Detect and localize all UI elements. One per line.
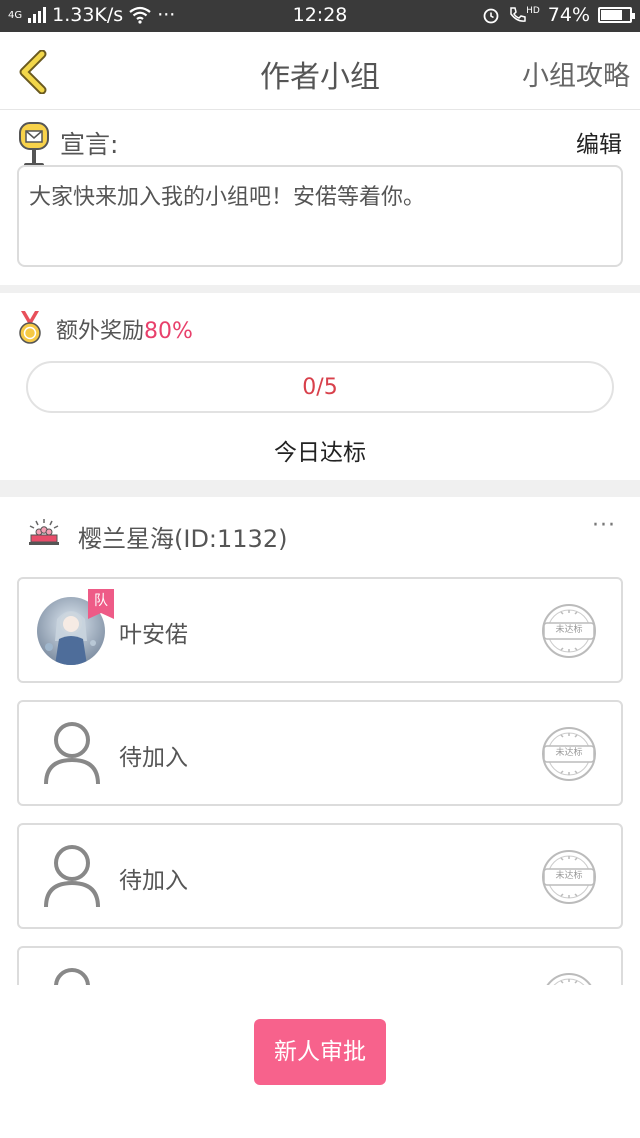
nav-bar: 作者小组 小组攻略 bbox=[0, 32, 640, 110]
declaration-text: 大家快来加入我的小组吧！安偌等着你。 bbox=[17, 165, 623, 267]
member-card[interactable]: 队 叶安偌 未达标 bbox=[17, 577, 623, 683]
progress-text: 0/5 bbox=[302, 375, 338, 400]
declaration-label: 宣言: bbox=[60, 130, 119, 159]
member-name: 叶安偌 bbox=[119, 622, 188, 648]
group-icon bbox=[29, 519, 59, 545]
member-name: 待加入 bbox=[119, 868, 188, 894]
stamp-text: 未达标 bbox=[555, 871, 583, 881]
declaration-section: 宣言: 编辑 大家快来加入我的小组吧！安偌等着你。 bbox=[0, 111, 640, 285]
stamp-text: 未达标 bbox=[555, 625, 583, 635]
edit-button[interactable]: 编辑 bbox=[576, 125, 622, 159]
member-card[interactable]: 待加入 未达标 bbox=[17, 823, 623, 929]
person-placeholder-icon bbox=[44, 845, 100, 908]
battery-percent: 74% bbox=[547, 4, 590, 26]
member-card[interactable]: 待加入 未达标 bbox=[17, 700, 623, 806]
section-divider bbox=[0, 480, 640, 497]
bonus-section: 额外奖励80% 0/5 今日达标 bbox=[0, 293, 640, 480]
more-options-button[interactable]: ··· bbox=[592, 513, 616, 538]
bonus-percent: 80% bbox=[144, 319, 193, 344]
today-goal-label: 今日达标 bbox=[274, 440, 366, 466]
member-list: 队 叶安偌 未达标 待加入 未达标 待加入 未达标 bbox=[0, 570, 640, 985]
not-qualified-stamp-icon bbox=[546, 973, 592, 985]
alarm-icon bbox=[483, 8, 499, 24]
member-name: 待加入 bbox=[119, 745, 188, 771]
bonus-label: 额外奖励80% bbox=[56, 319, 193, 344]
member-card[interactable] bbox=[17, 946, 623, 985]
section-divider bbox=[0, 285, 640, 293]
status-bar: 4G 1.33K/s ··· 12:28 HD 74% bbox=[0, 0, 640, 32]
person-placeholder-icon bbox=[44, 722, 100, 785]
new-member-approval-button[interactable]: 新人审批 bbox=[254, 1019, 386, 1085]
person-placeholder-icon bbox=[54, 968, 90, 985]
medal-icon bbox=[19, 311, 41, 344]
group-header: 樱兰星海(ID:1132) ··· bbox=[0, 497, 640, 569]
battery-icon bbox=[598, 7, 635, 23]
mailbox-icon bbox=[19, 122, 49, 167]
hd-call-icon: HD bbox=[508, 6, 540, 24]
stamp-text: 未达标 bbox=[555, 748, 583, 758]
group-guide-link[interactable]: 小组攻略 bbox=[522, 54, 630, 93]
group-name: 樱兰星海(ID:1132) bbox=[78, 525, 288, 553]
progress-bar: 0/5 bbox=[26, 361, 614, 413]
